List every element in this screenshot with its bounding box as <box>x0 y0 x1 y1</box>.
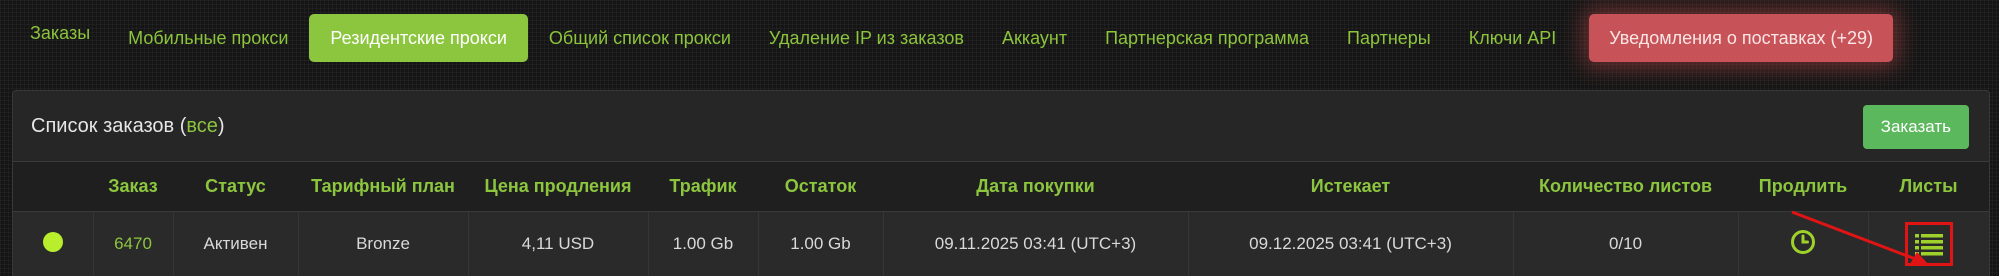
col-remaining: Остаток <box>758 162 883 212</box>
renew-price-cell: 4,11 USD <box>468 212 648 276</box>
nav-remove-ip[interactable]: Удаление IP из заказов <box>750 14 983 62</box>
plan-cell: Bronze <box>298 212 468 276</box>
renew-cell <box>1738 212 1868 276</box>
sheets-count-cell: 0/10 <box>1513 212 1738 276</box>
col-traffic: Трафик <box>648 162 758 212</box>
col-renew: Продлить <box>1738 162 1868 212</box>
col-status: Статус <box>173 162 298 212</box>
nav-partners[interactable]: Партнеры <box>1328 14 1450 62</box>
order-id-link[interactable]: 6470 <box>114 234 152 253</box>
notifications-button[interactable]: Уведомления о поставках (+29) <box>1589 14 1893 62</box>
renew-button[interactable] <box>1790 229 1816 255</box>
clock-icon <box>1790 229 1816 255</box>
status-dot-icon <box>43 232 63 252</box>
order-cell: 6470 <box>93 212 173 276</box>
all-orders-link[interactable]: все <box>186 115 218 137</box>
orders-table: Заказ Статус Тарифный план Цена продлени… <box>13 162 1989 276</box>
panel-header: Список заказов (все) Заказать <box>13 91 1989 162</box>
nav-residential-proxies[interactable]: Резидентские прокси <box>309 14 527 62</box>
panel-title-text: Список заказов ( <box>31 115 186 137</box>
expires-cell: 09.12.2025 03:41 (UTC+3) <box>1188 212 1513 276</box>
purchase-date-cell: 09.11.2025 03:41 (UTC+3) <box>883 212 1188 276</box>
col-expires: Истекает <box>1188 162 1513 212</box>
col-purchase-date: Дата покупки <box>883 162 1188 212</box>
nav-proxy-list[interactable]: Общий список прокси <box>530 14 750 62</box>
table-row: 6470 Активен Bronze 4,11 USD 1.00 Gb 1.0… <box>13 212 1989 276</box>
list-icon <box>1914 232 1944 256</box>
nav-partner-program[interactable]: Партнерская программа <box>1086 14 1328 62</box>
col-sheets-count: Количество листов <box>1513 162 1738 212</box>
nav-account[interactable]: Аккаунт <box>983 14 1086 62</box>
sheets-highlight-box <box>1905 222 1953 266</box>
sheets-cell <box>1868 212 1989 276</box>
col-order: Заказ <box>93 162 173 212</box>
status-indicator-cell <box>13 212 93 276</box>
status-cell: Активен <box>173 212 298 276</box>
order-button[interactable]: Заказать <box>1863 105 1969 149</box>
panel-title-close: ) <box>218 115 225 137</box>
remaining-cell: 1.00 Gb <box>758 212 883 276</box>
top-nav: Заказы Мобильные прокси Резидентские про… <box>20 12 1893 64</box>
orders-panel: Список заказов (все) Заказать Заказ Стат… <box>12 90 1990 276</box>
col-plan: Тарифный план <box>298 162 468 212</box>
col-renew-price: Цена продления <box>468 162 648 212</box>
nav-api-keys[interactable]: Ключи API <box>1450 14 1576 62</box>
nav-orders[interactable]: Заказы <box>20 9 109 57</box>
table-header-row: Заказ Статус Тарифный план Цена продлени… <box>13 162 1989 212</box>
panel-title: Список заказов (все) <box>31 115 225 138</box>
nav-mobile-proxies[interactable]: Мобильные прокси <box>109 14 307 62</box>
traffic-cell: 1.00 Gb <box>648 212 758 276</box>
sheets-button[interactable] <box>1914 232 1944 256</box>
col-sheets: Листы <box>1868 162 1989 212</box>
col-indicator <box>13 162 93 212</box>
